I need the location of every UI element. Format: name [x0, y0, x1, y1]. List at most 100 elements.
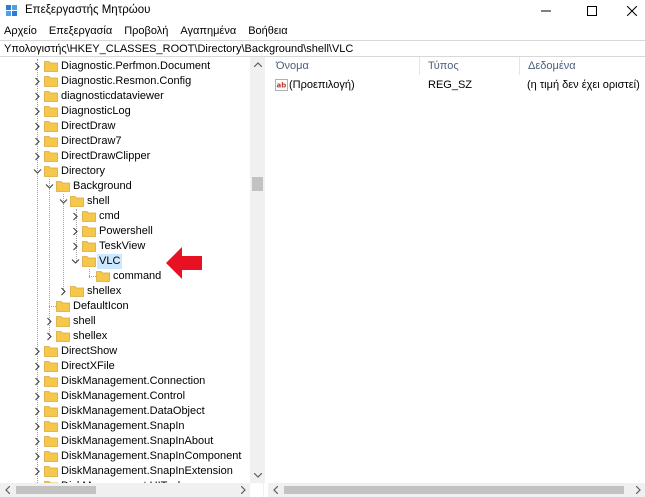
svg-text:ab: ab — [277, 82, 287, 90]
tree-item[interactable]: diagnosticdataviewer — [0, 89, 250, 104]
expand-chevron-icon[interactable] — [33, 347, 42, 356]
collapse-chevron-icon[interactable] — [33, 167, 42, 176]
tree-item[interactable]: DefaultIcon — [0, 299, 250, 314]
tree-item[interactable]: Directory — [0, 164, 250, 179]
expand-chevron-icon[interactable] — [33, 62, 42, 71]
tree-item[interactable]: TeskView — [0, 239, 250, 254]
scroll-left-button[interactable] — [268, 483, 282, 497]
expand-chevron-icon[interactable] — [33, 392, 42, 401]
scroll-thumb[interactable] — [252, 177, 263, 191]
tree-item[interactable]: command — [0, 269, 250, 284]
values-list[interactable]: Όνομα Τύπος Δεδομένα ab (Προεπιλογή) REG… — [268, 57, 645, 483]
tree-item[interactable]: DiskManagement.SnapInComponent — [0, 449, 250, 464]
menu-file[interactable]: Αρχείο — [0, 25, 43, 37]
tree-item[interactable]: shellex — [0, 329, 250, 344]
menu-edit[interactable]: Επεξεργασία — [43, 25, 118, 37]
menu-view[interactable]: Προβολή — [118, 25, 174, 37]
scroll-right-button[interactable] — [236, 483, 250, 497]
tree-item[interactable]: DiskManagement.Connection — [0, 374, 250, 389]
tree-item[interactable]: DiskManagement.Control — [0, 389, 250, 404]
expand-chevron-icon[interactable] — [33, 467, 42, 476]
expand-chevron-icon[interactable] — [71, 242, 80, 251]
tree-item[interactable]: DirectXFile — [0, 359, 250, 374]
scroll-thumb[interactable] — [284, 486, 624, 494]
folder-icon — [44, 91, 58, 102]
tree-item[interactable]: DiskManagement.SnapInAbout — [0, 434, 250, 449]
value-row[interactable]: ab (Προεπιλογή) REG_SZ (η τιμή δεν έχει … — [268, 77, 645, 93]
folder-icon — [44, 166, 58, 177]
tree-item[interactable]: DirectDraw — [0, 119, 250, 134]
chevron-down-icon — [253, 473, 262, 478]
tree-item[interactable]: VLC — [0, 254, 250, 269]
address-bar[interactable]: Υπολογιστής\HKEY_CLASSES_ROOT\Directory\… — [0, 40, 645, 57]
scroll-right-button[interactable] — [631, 483, 645, 497]
tree-item[interactable]: Background — [0, 179, 250, 194]
scroll-up-button[interactable] — [250, 57, 265, 72]
expand-chevron-icon[interactable] — [71, 227, 80, 236]
expand-chevron-icon[interactable] — [33, 107, 42, 116]
title-bar: Επεξεργαστής Μητρώου — [0, 0, 645, 22]
tree-item[interactable]: DirectDraw7 — [0, 134, 250, 149]
expand-chevron-icon[interactable] — [33, 437, 42, 446]
expand-chevron-icon[interactable] — [33, 377, 42, 386]
collapse-chevron-icon[interactable] — [59, 197, 68, 206]
tree-item[interactable]: DiskManagement.DataObject — [0, 404, 250, 419]
folder-icon — [44, 346, 58, 357]
collapse-chevron-icon[interactable] — [45, 182, 54, 191]
expand-chevron-icon[interactable] — [33, 407, 42, 416]
tree-item-label: DirectShow — [61, 345, 118, 357]
tree-item[interactable]: DiskManagement.SnapInExtension — [0, 464, 250, 479]
folder-icon — [44, 136, 58, 147]
tree-item[interactable]: cmd — [0, 209, 250, 224]
column-header-data[interactable]: Δεδομένα — [520, 57, 645, 75]
expand-chevron-icon[interactable] — [33, 422, 42, 431]
scroll-down-button[interactable] — [250, 468, 265, 483]
window-title: Επεξεργαστής Μητρώου — [25, 4, 151, 16]
tree-item-label: Powershell — [99, 225, 153, 237]
values-horizontal-scrollbar[interactable] — [268, 483, 645, 497]
folder-icon — [70, 286, 84, 297]
tree-vertical-scrollbar[interactable] — [250, 57, 265, 483]
expand-chevron-icon[interactable] — [33, 452, 42, 461]
scroll-thumb[interactable] — [16, 486, 96, 494]
expand-chevron-icon[interactable] — [33, 137, 42, 146]
close-button[interactable] — [614, 0, 645, 22]
address-path: Υπολογιστής\HKEY_CLASSES_ROOT\Directory\… — [4, 42, 354, 55]
column-header-type[interactable]: Τύπος — [420, 57, 520, 75]
expand-chevron-icon[interactable] — [33, 92, 42, 101]
tree-item[interactable]: shell — [0, 314, 250, 329]
registry-tree[interactable]: Diagnostic.Perfmon.Document Diagnostic.Re… — [0, 57, 264, 497]
expand-chevron-icon[interactable] — [71, 212, 80, 221]
value-type: REG_SZ — [428, 79, 473, 91]
tree-item-label: DirectDrawClipper — [61, 150, 151, 162]
scroll-left-button[interactable] — [0, 483, 14, 497]
menu-favorites[interactable]: Αγαπημένα — [174, 25, 242, 37]
tree-item[interactable]: DirectDrawClipper — [0, 149, 250, 164]
tree-item-label: shellex — [73, 330, 108, 342]
tree-item[interactable]: DirectShow — [0, 344, 250, 359]
expand-chevron-icon[interactable] — [33, 152, 42, 161]
expand-chevron-icon[interactable] — [59, 287, 68, 296]
expand-chevron-icon[interactable] — [33, 122, 42, 131]
tree-item[interactable]: DiskManagement.SnapIn — [0, 419, 250, 434]
maximize-button[interactable] — [574, 0, 610, 22]
menu-help[interactable]: Βοήθεια — [242, 25, 293, 37]
expand-chevron-icon[interactable] — [33, 362, 42, 371]
expand-chevron-icon[interactable] — [45, 332, 54, 341]
minimize-button[interactable] — [528, 0, 564, 22]
column-header-name[interactable]: Όνομα — [268, 57, 420, 75]
tree-item[interactable]: shellex — [0, 284, 250, 299]
tree-item-label: DiskManagement.Control — [61, 390, 186, 402]
tree-horizontal-scrollbar[interactable] — [0, 483, 250, 497]
tree-item-label: Diagnostic.Perfmon.Document — [61, 60, 211, 72]
folder-icon — [44, 436, 58, 447]
tree-item[interactable]: DiagnosticLog — [0, 104, 250, 119]
tree-item[interactable]: Diagnostic.Perfmon.Document — [0, 59, 250, 74]
minimize-icon — [541, 10, 551, 12]
tree-item[interactable]: Diagnostic.Resmon.Config — [0, 74, 250, 89]
tree-item[interactable]: Powershell — [0, 224, 250, 239]
tree-item[interactable]: shell — [0, 194, 250, 209]
collapse-chevron-icon[interactable] — [71, 257, 80, 266]
expand-chevron-icon[interactable] — [33, 77, 42, 86]
expand-chevron-icon[interactable] — [45, 317, 54, 326]
